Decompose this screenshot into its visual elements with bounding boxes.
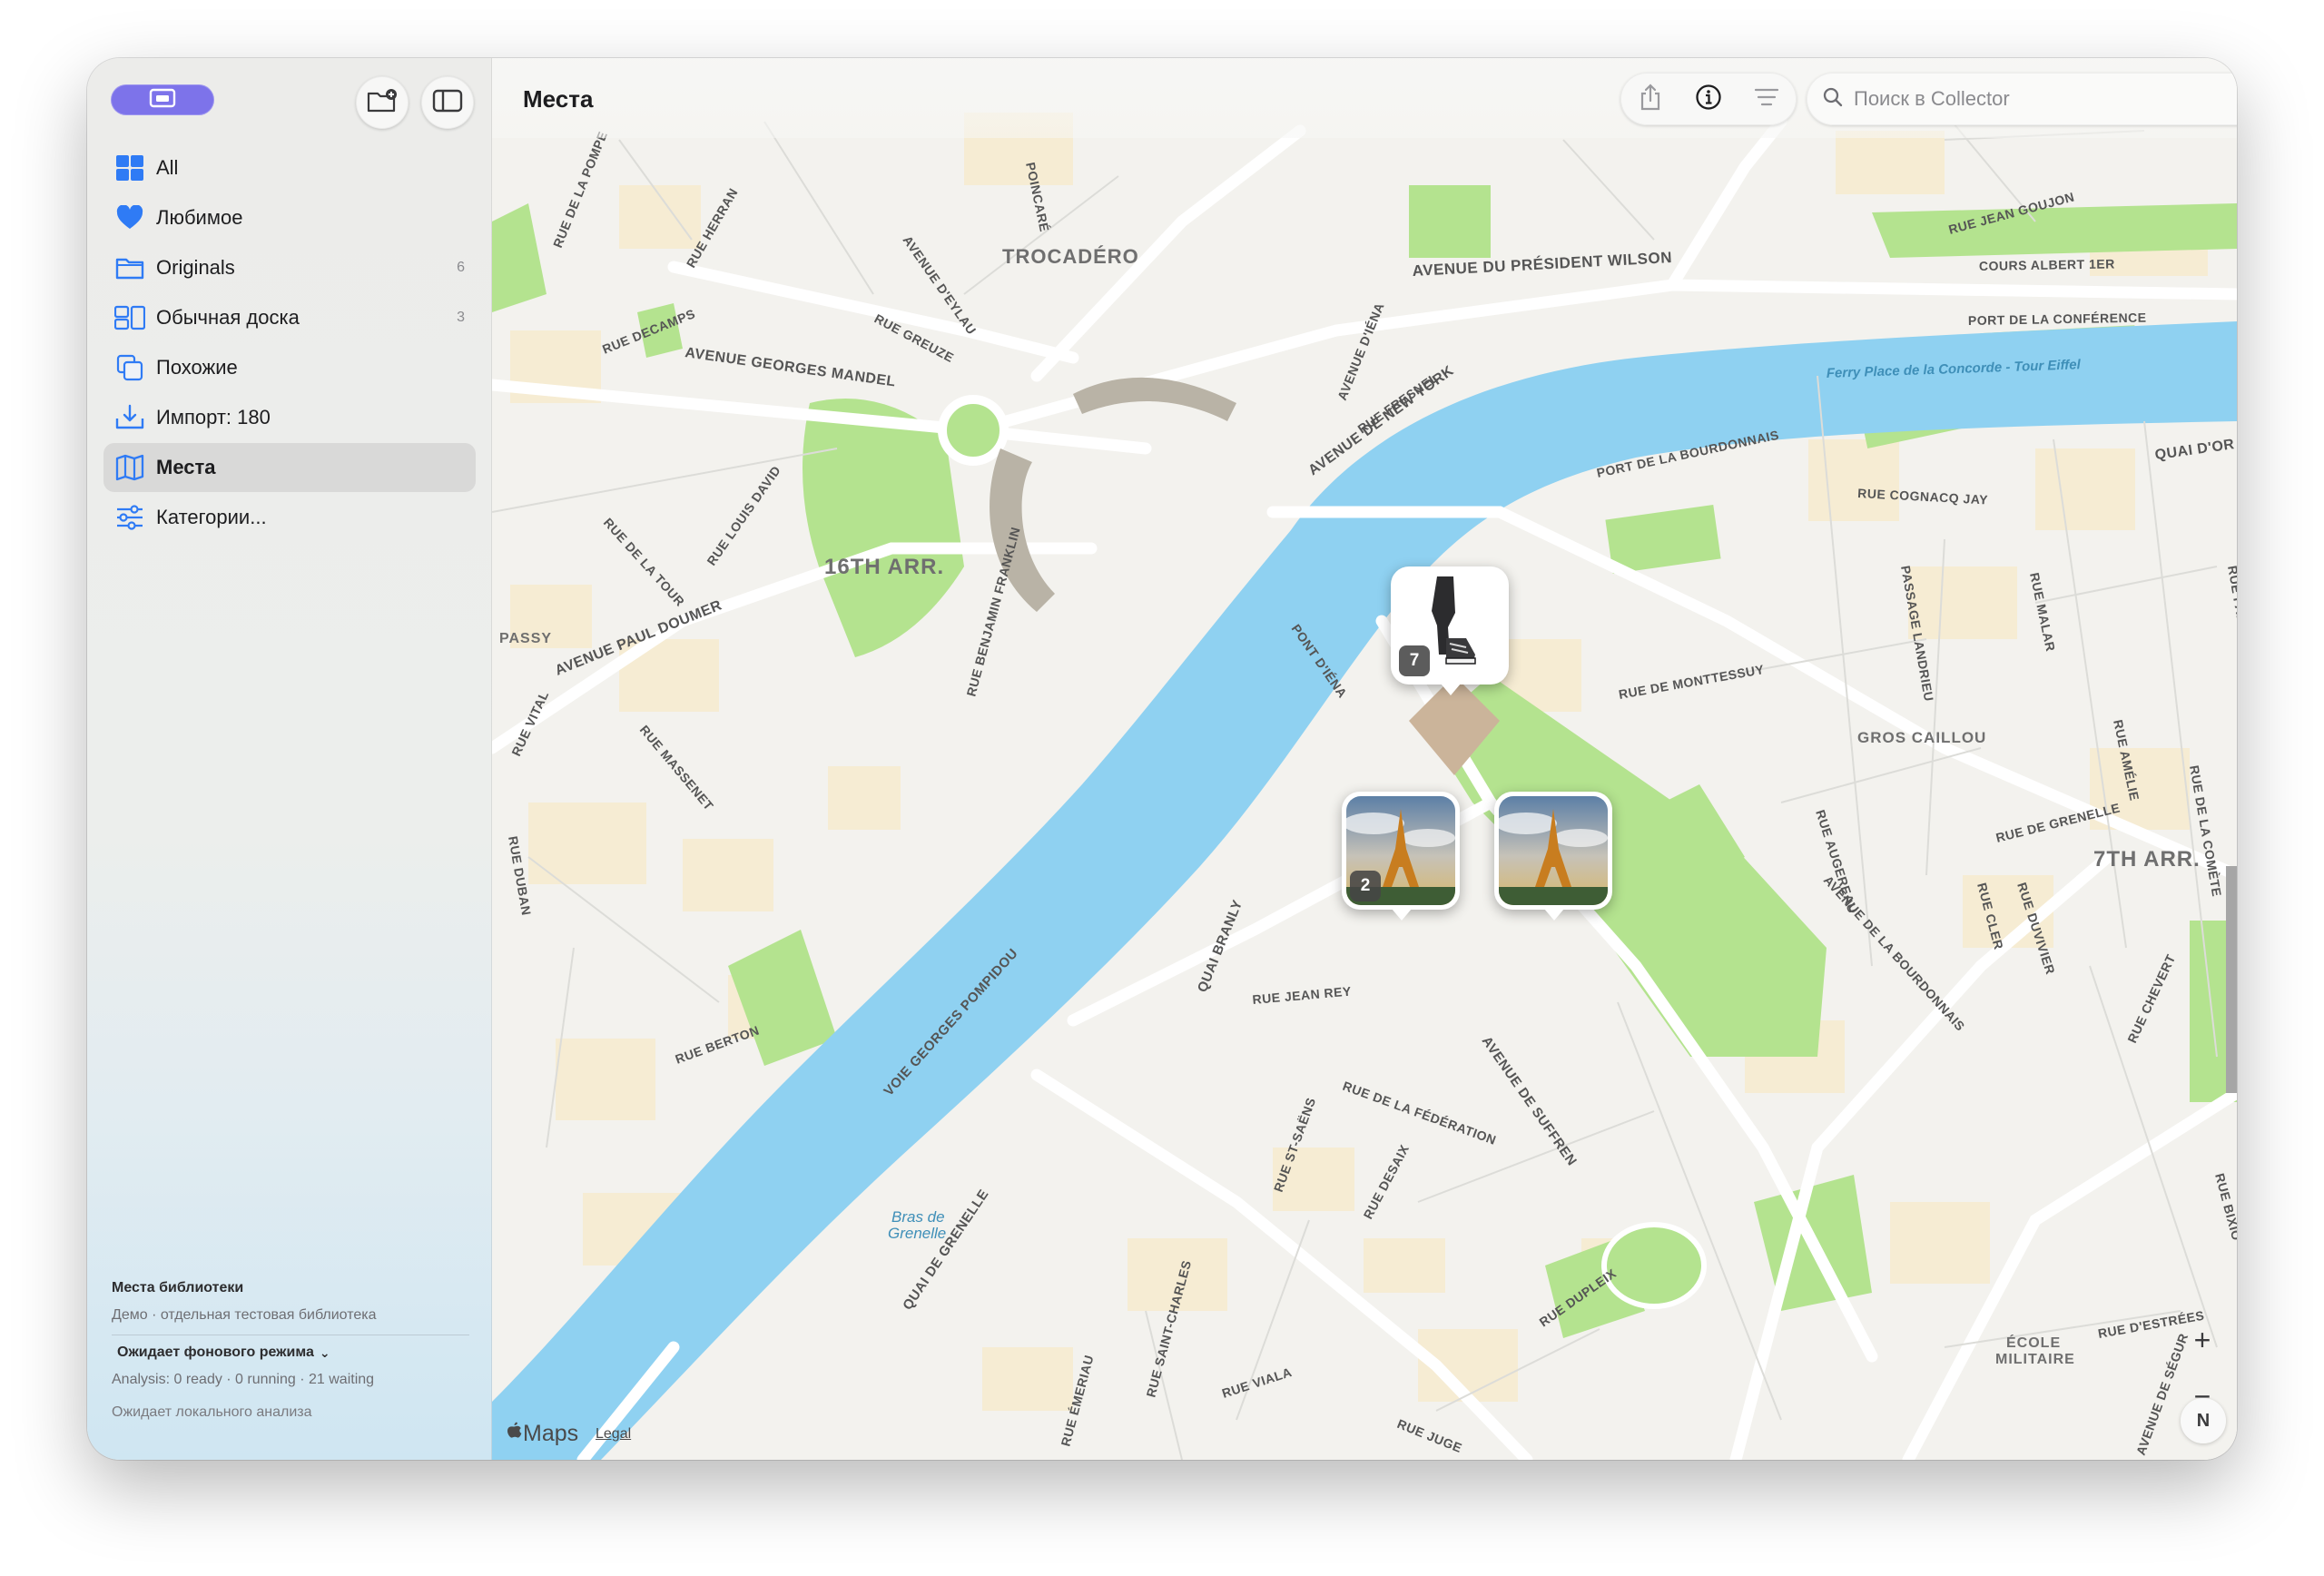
info-button[interactable]: [1680, 73, 1737, 125]
library-subtitle: Демо · отдельная тестовая библиотека: [112, 1307, 377, 1323]
photo-pin[interactable]: [1494, 792, 1612, 921]
district-label: MILITAIRE: [1995, 1352, 2075, 1367]
folder-icon: [114, 252, 145, 283]
sidebar-nav: All Любимое Originals 6 Обычная доска 3 …: [103, 143, 476, 543]
sliders-icon: [114, 502, 145, 533]
search-input[interactable]: [1854, 87, 2237, 111]
photo-pin[interactable]: 2: [1342, 792, 1460, 921]
street-label: COURS ALBERT 1ER: [1979, 256, 2115, 273]
similar-icon: [114, 352, 145, 383]
district-label: PASSY: [499, 631, 552, 646]
district-label: ÉCOLE: [2006, 1334, 2061, 1351]
library-switcher-button[interactable]: [111, 84, 214, 115]
water-label: Bras de: [891, 1208, 945, 1226]
sidebar-item-label: Похожие: [156, 356, 238, 379]
compass-button[interactable]: N: [2181, 1398, 2226, 1443]
trocadero-roundabout: [938, 395, 1009, 466]
search-field[interactable]: [1807, 73, 2237, 125]
pin-tail: [1392, 909, 1412, 921]
background-status-label: Ожидает фонового режима: [117, 1345, 314, 1360]
info-icon: [1695, 84, 1722, 115]
sidebar-item-label: All: [156, 156, 179, 179]
background-status-dropdown[interactable]: Ожидает фонового режима ⌄: [112, 1345, 469, 1361]
map-canvas[interactable]: TROCADÉRO 16TH ARR. 7TH ARR. GROS CAILLO…: [492, 58, 2237, 1460]
sidebar-item-label: Обычная доска: [156, 306, 300, 329]
photo-pin[interactable]: 7: [1391, 566, 1509, 695]
maps-label: Maps: [523, 1421, 579, 1446]
sidebar-item-label: Импорт: 180: [156, 406, 271, 428]
district-label: 7TH ARR.: [2093, 847, 2201, 872]
apple-logo-icon: [505, 1420, 523, 1448]
legal-link[interactable]: Legal: [596, 1426, 631, 1443]
library-icon: [149, 88, 176, 113]
eiffel-tower-photo: [1499, 796, 1608, 905]
district-label: 16TH ARR.: [824, 555, 944, 579]
water-label: Grenelle: [888, 1225, 946, 1242]
sidebar-item-import[interactable]: Импорт: 180: [103, 393, 476, 442]
new-folder-button[interactable]: [356, 76, 409, 129]
list-icon: [1754, 87, 1779, 112]
library-title: Места библиотеки: [112, 1280, 244, 1295]
chevron-down-icon: ⌄: [319, 1345, 330, 1360]
search-icon: [1823, 87, 1843, 112]
sidebar-item-all[interactable]: All: [103, 143, 476, 192]
sidebar-toolbar: [87, 58, 491, 149]
shoes-photo: 7: [1395, 571, 1504, 680]
heart-icon: [114, 202, 145, 233]
share-icon: [1639, 83, 1662, 115]
compass-label: N: [2196, 1410, 2211, 1431]
invalides-building: [2226, 866, 2237, 1093]
sidebar-item-label: Места: [156, 456, 216, 478]
share-button[interactable]: [1622, 73, 1679, 125]
ecole-militaire-court: [1601, 1222, 1707, 1309]
list-button[interactable]: [1738, 73, 1795, 125]
district-label: TROCADÉRO: [1002, 245, 1139, 268]
sidebar-item-similar[interactable]: Похожие: [103, 343, 476, 392]
sidebar-icon: [432, 88, 463, 118]
apple-maps-attribution: Maps: [505, 1420, 578, 1448]
map-icon: [114, 452, 145, 483]
pin-tail: [1441, 684, 1461, 695]
zoom-in-button[interactable]: +: [2182, 1320, 2222, 1360]
toggle-sidebar-button[interactable]: [421, 76, 474, 129]
app-window: All Любимое Originals 6 Обычная доска 3 …: [87, 58, 2237, 1460]
pin-tail: [1544, 909, 1564, 921]
sidebar: All Любимое Originals 6 Обычная доска 3 …: [87, 58, 492, 1460]
folder-plus-icon: [366, 87, 399, 119]
page-title: Места: [523, 85, 594, 113]
toolbar-button-group: [1620, 73, 1797, 125]
map-view[interactable]: TROCADÉRO 16TH ARR. 7TH ARR. GROS CAILLO…: [492, 58, 2237, 1460]
grid-icon: [114, 153, 145, 183]
sidebar-item-label: Originals: [156, 256, 235, 279]
import-tray-icon: [114, 402, 145, 433]
pin-count-badge: 7: [1399, 645, 1430, 676]
sidebar-item-label: Категории...: [156, 506, 267, 528]
pin-count-badge: 2: [1350, 871, 1381, 901]
local-analysis-status: Ожидает локального анализа: [112, 1404, 312, 1420]
sidebar-footer: Места библиотеки Демо · отдельная тестов…: [112, 1280, 469, 1421]
eiffel-tower-photo: 2: [1346, 796, 1455, 905]
sidebar-item-favorites[interactable]: Любимое: [103, 193, 476, 242]
sidebar-item-categories[interactable]: Категории...: [103, 493, 476, 542]
sidebar-item-count: 6: [457, 260, 465, 275]
sidebar-item-board[interactable]: Обычная доска 3: [103, 293, 476, 342]
district-label: GROS CAILLOU: [1857, 729, 1986, 746]
sidebar-item-places[interactable]: Места: [103, 443, 476, 492]
sidebar-item-originals[interactable]: Originals 6: [103, 243, 476, 292]
board-icon: [114, 302, 145, 333]
analysis-status: Analysis: 0 ready · 0 running · 21 waiti…: [112, 1372, 375, 1387]
toolbar: Места: [492, 58, 2237, 138]
sidebar-item-label: Любимое: [156, 206, 243, 229]
sidebar-item-count: 3: [457, 310, 465, 325]
